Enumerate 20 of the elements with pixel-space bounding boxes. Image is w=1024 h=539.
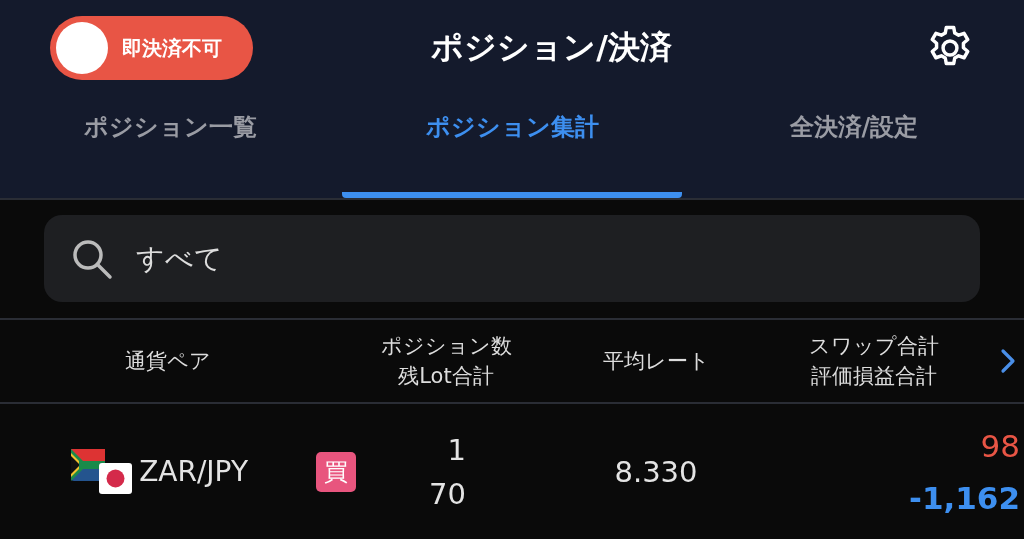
column-header: 平均レート	[601, 347, 711, 375]
lot-total: 70	[429, 475, 466, 513]
swap-total: 98	[979, 426, 1020, 466]
currency-pair: ZAR/JPY	[139, 455, 248, 488]
position-count: 1	[446, 431, 466, 469]
tab[interactable]: 全決済/設定	[684, 96, 1024, 198]
pnl-total: -1,162	[908, 478, 1020, 518]
search-field[interactable]: すべて	[44, 215, 980, 302]
average-rate: 8.330	[614, 454, 698, 489]
side-badge: 買	[316, 451, 356, 492]
search-text: すべて	[136, 240, 224, 277]
chevron-right-icon[interactable]	[1000, 348, 1016, 374]
tab[interactable]: ポジション集計	[342, 96, 682, 198]
column-header: ポジション数 残Lot合計	[379, 332, 513, 390]
screen-title: ポジション/決済	[430, 27, 673, 68]
tab[interactable]: ポジション一覧	[0, 96, 340, 198]
flag-icon	[71, 448, 134, 495]
toggle-switch[interactable]: 即決済不可	[50, 16, 253, 80]
column-header: スワップ合計 評価損益合計	[808, 332, 940, 390]
column-header: 通貨ペア	[124, 347, 212, 375]
